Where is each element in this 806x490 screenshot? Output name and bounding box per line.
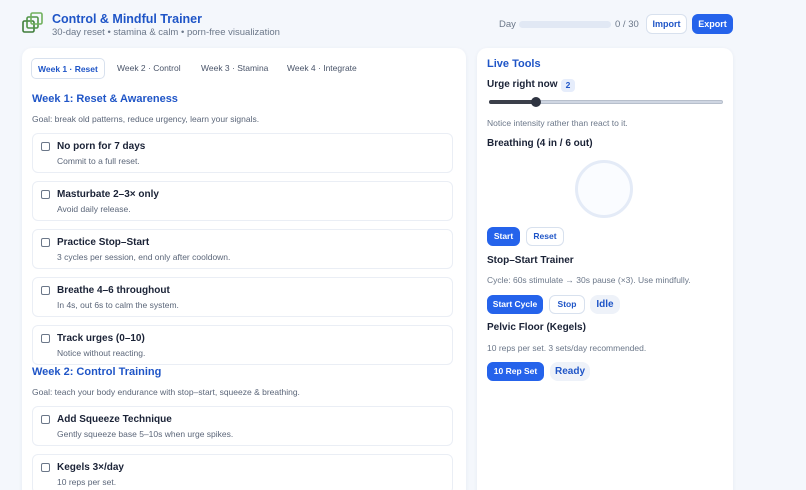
breathing-circle [575, 160, 633, 218]
kegels-desc: 10 reps per set. 3 sets/day recommended. [487, 343, 647, 353]
import-button[interactable]: Import [646, 14, 687, 34]
list-item: Track urges (0–10) Notice without reacti… [32, 325, 453, 365]
checkbox[interactable] [41, 190, 50, 199]
urge-value-badge: 2 [561, 79, 575, 92]
tab-week-1[interactable]: Week 1 · Reset [31, 58, 105, 79]
item-desc: Gently squeeze base 5–10s when urge spik… [57, 429, 234, 439]
item-title: No porn for 7 days [57, 141, 146, 152]
item-desc: 3 cycles per session, end only after coo… [57, 252, 231, 262]
breathing-start-button[interactable]: Start [487, 227, 520, 246]
item-title: Add Squeeze Technique [57, 414, 172, 425]
live-tools-title: Live Tools [487, 58, 541, 70]
checkbox[interactable] [41, 286, 50, 295]
app-title: Control & Mindful Trainer [52, 12, 202, 26]
item-title: Practice Stop–Start [57, 237, 150, 248]
checkbox[interactable] [41, 142, 50, 151]
plan-panel: Week 1 · Reset Week 2 · Control Week 3 ·… [22, 48, 466, 490]
export-button[interactable]: Export [692, 14, 733, 34]
week-tabs: Week 1 · Reset Week 2 · Control Week 3 ·… [31, 58, 451, 79]
kegels-label: Pelvic Floor (Kegels) [487, 322, 586, 333]
list-item: No porn for 7 days Commit to a full rese… [32, 133, 453, 173]
urge-hint: Notice intensity rather than react to it… [487, 118, 628, 128]
day-label: Day [499, 19, 516, 30]
tab-week-4[interactable]: Week 4 · Integrate [281, 58, 363, 79]
item-desc: In 4s, out 6s to calm the system. [57, 300, 179, 310]
cycle-status-badge: Idle [590, 295, 620, 314]
slider-thumb[interactable] [530, 97, 541, 107]
breathing-label: Breathing (4 in / 6 out) [487, 138, 593, 149]
tab-week-3[interactable]: Week 3 · Stamina [195, 58, 274, 79]
start-cycle-button[interactable]: Start Cycle [487, 295, 543, 314]
list-item: Masturbate 2–3× only Avoid daily release… [32, 181, 453, 221]
checkbox[interactable] [41, 415, 50, 424]
list-item: Add Squeeze Technique Gently squeeze bas… [32, 406, 453, 446]
urge-label: Urge right now [487, 79, 558, 90]
day-progress-bar [519, 21, 611, 28]
app-header: Control & Mindful Trainer 30-day reset •… [0, 0, 806, 46]
urge-slider[interactable] [489, 97, 723, 107]
list-item: Practice Stop–Start 3 cycles per session… [32, 229, 453, 269]
app-subtitle: 30-day reset • stamina & calm • porn-fre… [52, 27, 280, 38]
list-item: Kegels 3×/day 10 reps per set. [32, 454, 453, 490]
tab-week-2[interactable]: Week 2 · Control [111, 58, 187, 79]
slider-fill [489, 100, 536, 104]
stop-cycle-button[interactable]: Stop [549, 295, 585, 314]
list-item: Breathe 4–6 throughout In 4s, out 6s to … [32, 277, 453, 317]
week-1-goal: Goal: break old patterns, reduce urgency… [32, 114, 260, 124]
kegel-set-button[interactable]: 10 Rep Set [487, 362, 544, 381]
week-2-goal: Goal: teach your body endurance with sto… [32, 387, 300, 397]
checkbox[interactable] [41, 238, 50, 247]
item-title: Track urges (0–10) [57, 333, 145, 344]
week-1-heading: Week 1: Reset & Awareness [32, 93, 178, 105]
checkbox[interactable] [41, 463, 50, 472]
stacked-squares-icon [22, 12, 43, 33]
kegel-status-badge: Ready [550, 362, 590, 381]
breathing-reset-button[interactable]: Reset [526, 227, 564, 246]
item-desc: Notice without reacting. [57, 348, 146, 358]
item-desc: Commit to a full reset. [57, 156, 140, 166]
item-title: Masturbate 2–3× only [57, 189, 159, 200]
item-desc: 10 reps per set. [57, 477, 117, 487]
stop-start-label: Stop–Start Trainer [487, 255, 574, 266]
item-title: Breathe 4–6 throughout [57, 285, 170, 296]
live-tools-panel: Live Tools Urge right now 2 Notice inten… [477, 48, 733, 490]
stop-start-desc: Cycle: 60s stimulate → 30s pause (×3). U… [487, 275, 691, 285]
checkbox[interactable] [41, 334, 50, 343]
week-2-heading: Week 2: Control Training [32, 366, 162, 378]
item-title: Kegels 3×/day [57, 462, 124, 473]
day-count: 0 / 30 [615, 19, 639, 30]
item-desc: Avoid daily release. [57, 204, 131, 214]
